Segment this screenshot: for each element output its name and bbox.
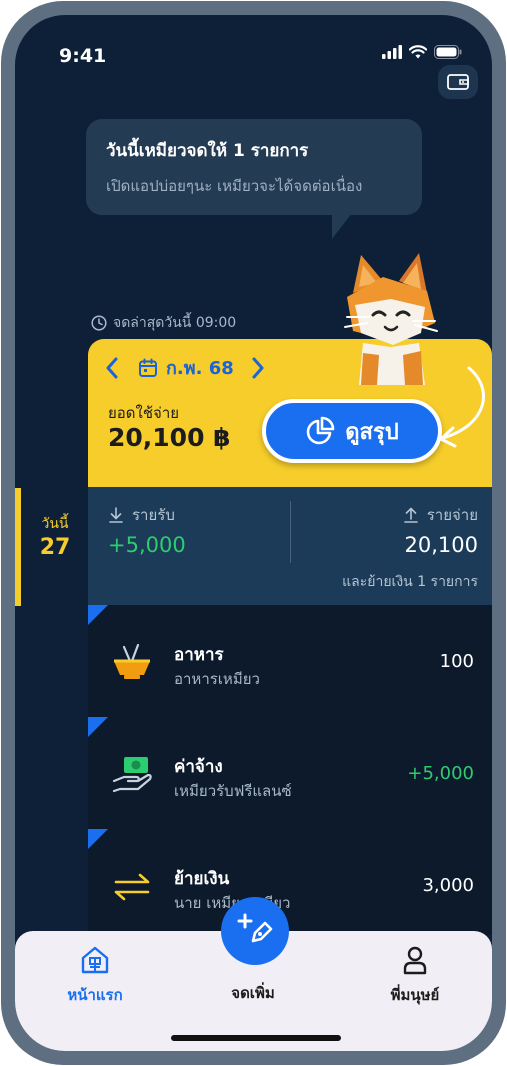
food-bowl-icon — [114, 643, 150, 679]
wallet-button[interactable] — [438, 65, 478, 99]
wallet-icon — [447, 74, 469, 90]
add-record-button[interactable] — [221, 897, 289, 965]
nav-home[interactable]: หน้าแรก — [35, 945, 155, 1007]
spending-value: 20,100 ฿ — [108, 423, 231, 452]
status-icons — [382, 45, 462, 59]
bubble-title: วันนี้เหมียวจดให้ 1 รายการ — [106, 141, 309, 161]
signal-icon — [382, 45, 402, 59]
notification-bubble: วันนี้เหมียวจดให้ 1 รายการ เปิดแอปบ่อยๆน… — [86, 119, 422, 239]
transaction-title: อาหาร — [174, 645, 224, 665]
clock-icon — [91, 315, 107, 331]
flag-marker — [88, 605, 108, 625]
salary-money-icon — [112, 757, 152, 793]
status-time: 9:41 — [59, 45, 107, 67]
phone-frame: 9:41 วันนี้เหมียวจดให้ 1 รายการ เปิดแอปบ… — [1, 1, 506, 1065]
bubble-subtitle: เปิดแอปบ่อยๆนะ เหมียวจะได้จดต่อเนื่อง — [106, 177, 363, 195]
last-recorded-row: จดล่าสุดวันนี้ 09:00 — [91, 312, 236, 334]
transaction-amount: 100 — [439, 651, 474, 672]
transaction-subtitle: อาหารเหมียว — [174, 670, 260, 688]
expense-value: 20,100 — [404, 533, 478, 557]
transaction-amount: +5,000 — [407, 763, 474, 784]
chevron-right-icon[interactable] — [250, 356, 266, 380]
chevron-left-icon[interactable] — [104, 356, 120, 380]
nav-profile[interactable]: พี่มนุษย์ — [355, 945, 475, 1007]
day-label: วันนี้ — [41, 516, 69, 532]
cat-mascot-icon — [344, 253, 438, 385]
nav-add[interactable]: จดเพิ่ม — [193, 981, 313, 1005]
income-value: +5,000 — [108, 533, 186, 557]
person-icon — [403, 946, 427, 975]
transaction-title: ค่าจ้าง — [174, 757, 223, 777]
arrow-down-icon — [109, 507, 123, 523]
app-screen: 9:41 วันนี้เหมียวจดให้ 1 รายการ เปิดแอปบ… — [15, 15, 492, 1051]
divider — [290, 501, 291, 563]
income-label: รายรับ — [132, 506, 175, 524]
transaction-list: อาหาร อาหารเหมียว 100 ค่าจ้าง เหมียวรับฟ… — [88, 605, 492, 935]
day-indicator-bar — [15, 488, 21, 606]
day-number[interactable]: 27 — [37, 535, 73, 560]
nav-add-label: จดเพิ่ม — [231, 984, 275, 1002]
pen-plus-icon — [237, 913, 273, 943]
nav-home-label: หน้าแรก — [67, 986, 123, 1004]
home-icon — [81, 946, 109, 974]
transaction-title: ย้ายเงิน — [174, 869, 230, 889]
transfer-arrows-icon — [114, 873, 150, 901]
income-label-row: รายรับ — [108, 503, 175, 527]
calendar-icon — [139, 358, 157, 377]
transaction-subtitle: เหมียวรับฟรีแลนซ์ — [174, 782, 292, 800]
month-label[interactable]: ก.พ. 68 — [166, 353, 234, 382]
income-expense-card: รายรับ +5,000 รายจ่าย 20,100 และย้ายเงิน… — [88, 487, 492, 605]
arrow-up-icon — [403, 507, 418, 523]
home-indicator — [171, 1035, 341, 1041]
month-selector: ก.พ. 68 — [104, 353, 266, 382]
view-summary-label: ดูสรุป — [345, 419, 399, 445]
expense-label-row: รายจ่าย — [403, 503, 478, 527]
last-recorded-text: จดล่าสุดวันนี้ 09:00 — [113, 315, 237, 331]
expense-label: รายจ่าย — [426, 506, 478, 524]
list-item[interactable]: ย้ายเงิน นาย เหมียวเหมียว 3,000 — [88, 829, 492, 941]
flag-marker — [88, 717, 108, 737]
flag-marker — [88, 829, 108, 849]
list-item[interactable]: อาหาร อาหารเหมียว 100 — [88, 605, 492, 717]
transfer-note: และย้ายเงิน 1 รายการ — [342, 574, 478, 590]
transaction-amount: 3,000 — [422, 875, 474, 896]
battery-icon — [434, 45, 462, 59]
pie-chart-icon — [307, 416, 335, 445]
wifi-icon — [409, 45, 427, 59]
list-item[interactable]: ค่าจ้าง เหมียวรับฟรีแลนซ์ +5,000 — [88, 717, 492, 829]
nav-profile-label: พี่มนุษย์ — [390, 986, 440, 1004]
spending-label: ยอดใช้จ่าย — [108, 404, 180, 422]
